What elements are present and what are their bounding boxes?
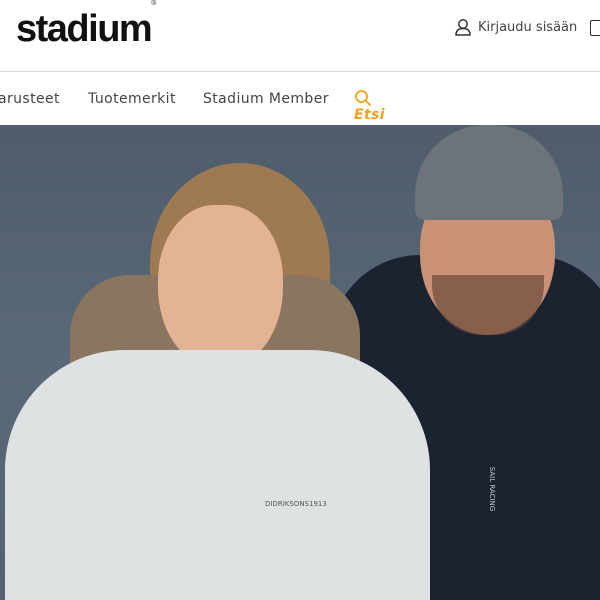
nav-item-stadium-member[interactable]: Stadium Member [203, 91, 329, 107]
logo-text: stadium [16, 8, 153, 50]
main-nav: arusteet Tuotemerkit Stadium Member Etsi [0, 73, 600, 125]
stadium-logo[interactable]: stadium® [16, 0, 156, 51]
hero-banner[interactable]: SAIL RACING DIDRIKSONS1913 [0, 125, 600, 600]
nav-item-tuotemerkit[interactable]: Tuotemerkit [88, 91, 176, 107]
search-button[interactable]: Etsi [354, 89, 385, 123]
nav-item-varusteet[interactable]: arusteet [0, 91, 60, 107]
jacket-brand-1: DIDRIKSONS1913 [265, 500, 327, 508]
logo-mark: ® [151, 0, 157, 8]
site-header: stadium® Kirjaudu sisään [0, 0, 600, 72]
shopping-bag-icon[interactable] [590, 20, 600, 36]
jacket-brand-2: SAIL RACING [488, 466, 497, 512]
login-label: Kirjaudu sisään [478, 19, 578, 35]
search-label: Etsi [354, 107, 385, 123]
woman-face [158, 205, 283, 370]
man-beanie [415, 125, 563, 220]
search-icon [355, 90, 372, 107]
login-link[interactable]: Kirjaudu sisään [454, 18, 577, 36]
woman-jacket [5, 350, 430, 600]
user-icon [455, 19, 471, 36]
